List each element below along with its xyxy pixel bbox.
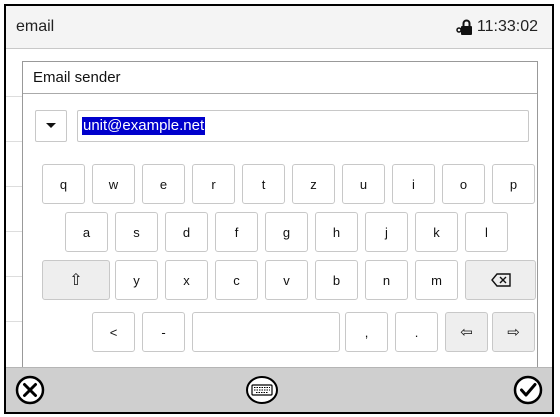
backspace-key[interactable]: [465, 260, 536, 300]
status-bar: email 11:33:02: [6, 6, 552, 49]
keyboard-toggle-button[interactable]: [246, 374, 278, 406]
key-n[interactable]: n: [365, 260, 408, 300]
key-j[interactable]: j: [365, 212, 408, 252]
screen-frame: email 11:33:02 Email sender unit@example…: [4, 4, 554, 414]
arrow-left-icon: ⇦: [460, 324, 473, 341]
status-right: 11:33:02: [456, 18, 538, 36]
backspace-icon: [490, 273, 511, 287]
key-c[interactable]: c: [215, 260, 258, 300]
key-l[interactable]: l: [465, 212, 508, 252]
key-dash[interactable]: -: [142, 312, 185, 352]
key-a[interactable]: a: [65, 212, 108, 252]
key-p[interactable]: p: [492, 164, 535, 204]
cursor-right-key[interactable]: ⇨: [492, 312, 535, 352]
shift-key[interactable]: ⇧: [42, 260, 110, 300]
shift-icon: ⇧: [69, 272, 83, 289]
dialog-title: Email sender: [23, 62, 537, 94]
key-x[interactable]: x: [165, 260, 208, 300]
key-z[interactable]: z: [292, 164, 335, 204]
key-b[interactable]: b: [315, 260, 358, 300]
key-u[interactable]: u: [342, 164, 385, 204]
key-q[interactable]: q: [42, 164, 85, 204]
cancel-button[interactable]: [14, 374, 46, 406]
key-h[interactable]: h: [315, 212, 358, 252]
key-t[interactable]: t: [242, 164, 285, 204]
confirm-button[interactable]: [512, 374, 544, 406]
close-circle-icon: [15, 375, 45, 405]
key-period[interactable]: .: [395, 312, 438, 352]
keyboard-icon: [246, 376, 278, 404]
key-m[interactable]: m: [415, 260, 458, 300]
key-r[interactable]: r: [192, 164, 235, 204]
key-less-than[interactable]: <: [92, 312, 135, 352]
bottom-action-bar: [6, 367, 552, 412]
key-o[interactable]: o: [442, 164, 485, 204]
caret-down-icon: [46, 123, 56, 128]
key-comma[interactable]: ,: [345, 312, 388, 352]
cursor-left-key[interactable]: ⇦: [445, 312, 488, 352]
arrow-right-icon: ⇨: [507, 324, 520, 341]
clock-time: 11:33:02: [476, 18, 538, 35]
screen-title: email: [16, 18, 55, 35]
key-k[interactable]: k: [415, 212, 458, 252]
key-v[interactable]: v: [265, 260, 308, 300]
lock-icon: [456, 19, 472, 35]
key-s[interactable]: s: [115, 212, 158, 252]
key-f[interactable]: f: [215, 212, 258, 252]
history-dropdown-button[interactable]: [35, 110, 67, 142]
key-g[interactable]: g: [265, 212, 308, 252]
key-i[interactable]: i: [392, 164, 435, 204]
key-d[interactable]: d: [165, 212, 208, 252]
input-value: unit@example.net: [82, 117, 206, 135]
space-key[interactable]: [192, 312, 340, 352]
checkmark-circle-icon: [513, 375, 543, 405]
email-sender-dialog: Email sender unit@example.net q w e r t …: [22, 61, 538, 391]
key-w[interactable]: w: [92, 164, 135, 204]
key-e[interactable]: e: [142, 164, 185, 204]
key-y[interactable]: y: [115, 260, 158, 300]
email-sender-input[interactable]: unit@example.net: [77, 110, 529, 142]
